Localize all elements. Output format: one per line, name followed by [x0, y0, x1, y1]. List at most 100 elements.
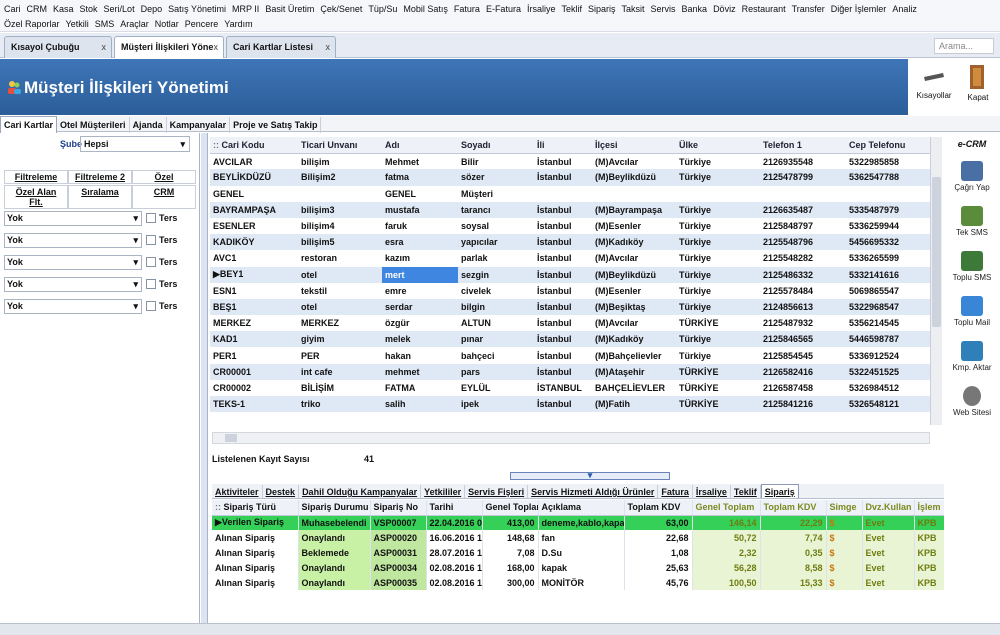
column-header[interactable]: Adı — [382, 137, 458, 154]
close-icon[interactable]: x — [102, 42, 107, 52]
table-cell[interactable]: (M)Beylikdüzü — [592, 266, 676, 283]
close-icon[interactable]: x — [326, 42, 331, 52]
table-row[interactable]: AVC1 restoran kazım parlak İstanbul (M)Avcıla… — [210, 250, 930, 266]
table-cell[interactable]: Evet — [862, 575, 915, 590]
table-cell[interactable]: 8,58 — [760, 560, 827, 575]
table-cell[interactable]: Evet — [862, 545, 915, 560]
section-tab[interactable]: Cari Kartlar — [0, 116, 58, 133]
table-cell[interactable]: ▶Verilen Sipariş — [212, 515, 299, 530]
table-cell[interactable]: 5322451525 — [846, 363, 930, 380]
column-header[interactable]: Ülke — [676, 137, 760, 154]
table-cell[interactable]: (M)Kadıköy — [592, 331, 676, 348]
table-cell[interactable]: 45,76 — [624, 575, 693, 590]
table-cell[interactable]: ASP00020 — [370, 530, 427, 545]
table-cell[interactable]: 22.04.2016 0 — [426, 515, 483, 530]
detail-tab[interactable]: Servis Fişleri — [465, 485, 529, 498]
table-cell[interactable]: TÜRKİYE — [676, 396, 760, 413]
table-cell[interactable]: restoran — [298, 250, 382, 266]
table-cell[interactable]: bilişim5 — [298, 234, 382, 251]
table-row[interactable]: Alınan Sipariş Onaylandı ASP00034 02.08.201… — [212, 560, 973, 575]
table-cell[interactable]: Türkiye — [676, 153, 760, 169]
table-cell[interactable]: 148,68 — [482, 530, 539, 545]
ecrm-button[interactable]: Toplu Mail — [946, 296, 998, 327]
table-cell[interactable]: BEYLİKDÜZÜ — [210, 169, 298, 186]
section-tab[interactable]: Otel Müşterileri — [57, 117, 130, 133]
table-cell[interactable]: fan — [538, 530, 625, 545]
table-cell[interactable]: Onaylandı — [298, 530, 371, 545]
table-cell[interactable]: sezgin — [458, 266, 534, 283]
table-cell[interactable]: Muhasebelendi — [298, 515, 371, 530]
table-cell[interactable]: İstanbul — [534, 347, 592, 363]
menu-item[interactable]: Çek/Senet — [320, 2, 362, 16]
table-cell[interactable]: MONİTÖR — [538, 575, 625, 590]
table-cell[interactable]: giyim — [298, 331, 382, 348]
table-cell[interactable]: $ — [826, 575, 863, 590]
table-row[interactable]: AVCILAR bilişim Mehmet Bilir İstanbul (M)Avcı… — [210, 153, 930, 169]
table-cell[interactable]: bilişim4 — [298, 218, 382, 234]
ecrm-button[interactable]: Tek SMS — [946, 206, 998, 237]
table-cell[interactable]: 100,50 — [692, 575, 761, 590]
column-header[interactable]: Genel Toplam — [482, 500, 539, 516]
sort-select[interactable]: Yok ▾ — [4, 232, 142, 248]
table-cell[interactable]: PER — [298, 347, 382, 363]
filter-tab[interactable]: Filtreleme 2 — [68, 170, 132, 184]
column-header[interactable]: :: Sipariş Türü — [212, 500, 299, 516]
menu-item[interactable]: Banka — [682, 2, 708, 16]
section-tab[interactable]: Kampanyalar — [167, 117, 231, 133]
table-cell[interactable]: 2125841216 — [760, 396, 846, 413]
table-row[interactable]: PER1 PER hakan bahçeci İstanbul (M)Bahçelievl… — [210, 347, 930, 363]
tab-shortcut-bar[interactable]: Kısayol Çubuğu x — [4, 36, 112, 58]
column-header[interactable]: Simge — [826, 500, 863, 516]
table-row[interactable]: GENEL GENEL Müşteri — [210, 186, 930, 202]
table-row[interactable]: ▶Verilen Sipariş Muhasebelendi VSP00007 22.… — [212, 515, 973, 530]
table-cell[interactable] — [846, 186, 930, 202]
grid-horizontal-scrollbar[interactable] — [212, 432, 930, 444]
table-cell[interactable]: ALTUN — [458, 315, 534, 331]
table-cell[interactable]: 2126935548 — [760, 153, 846, 169]
table-cell[interactable]: BİLİŞİM — [298, 380, 382, 396]
table-row[interactable]: BEYLİKDÜZÜ Bilişim2 fatma sözer İstanbul (M)B… — [210, 169, 930, 186]
table-cell[interactable]: KADIKÖY — [210, 234, 298, 251]
column-header[interactable]: Açıklama — [538, 500, 625, 516]
table-cell[interactable]: CR00001 — [210, 363, 298, 380]
filter-tab[interactable]: Özel Alan Flt. — [4, 185, 68, 209]
section-tab[interactable]: Proje ve Satış Takip — [230, 117, 322, 133]
search-input[interactable]: Arama... — [934, 38, 994, 54]
table-row[interactable]: KADIKÖY bilişim5 esra yapıcılar İstanbul (M)K… — [210, 234, 930, 251]
table-cell[interactable]: Bilişim2 — [298, 169, 382, 186]
table-cell[interactable]: fatma — [382, 169, 458, 186]
table-cell[interactable]: ASP00035 — [370, 575, 427, 590]
table-cell[interactable]: D.Su — [538, 545, 625, 560]
reverse-checkbox[interactable] — [146, 257, 156, 267]
table-row[interactable]: ESN1 tekstil emre civelek İstanbul (M)Esenler… — [210, 283, 930, 299]
table-cell[interactable]: (M)Bayrampaşa — [592, 201, 676, 218]
ecrm-button[interactable]: Kmp. Aktar — [946, 341, 998, 372]
table-row[interactable]: BAYRAMPAŞA bilişim3 mustafa tarancı İstanbul… — [210, 201, 930, 218]
table-cell[interactable]: Alınan Sipariş — [212, 560, 299, 575]
table-cell[interactable]: 16.06.2016 1 — [426, 530, 483, 545]
menu-item[interactable]: SMS — [95, 17, 115, 31]
table-cell[interactable]: 7,08 — [482, 545, 539, 560]
column-header[interactable]: İli — [534, 137, 592, 154]
table-cell[interactable]: deneme,kablo,kapak — [538, 515, 625, 530]
menu-item[interactable]: Satış Yönetimi — [168, 2, 226, 16]
table-cell[interactable]: 2125548796 — [760, 234, 846, 251]
table-cell[interactable] — [676, 186, 760, 202]
horizontal-scrollbar[interactable] — [0, 623, 1000, 635]
menu-item[interactable]: Notlar — [155, 17, 179, 31]
table-cell[interactable]: GENEL — [210, 186, 298, 202]
table-cell[interactable]: 5335487979 — [846, 201, 930, 218]
table-cell[interactable]: Onaylandı — [298, 575, 371, 590]
table-cell[interactable]: 56,28 — [692, 560, 761, 575]
table-cell[interactable]: mustafa — [382, 201, 458, 218]
table-cell[interactable]: sözer — [458, 169, 534, 186]
table-cell[interactable]: İstanbul — [534, 283, 592, 299]
table-cell[interactable]: Türkiye — [676, 218, 760, 234]
table-cell[interactable]: parlak — [458, 250, 534, 266]
table-cell[interactable]: bilişim3 — [298, 201, 382, 218]
column-header[interactable]: Telefon 1 — [760, 137, 846, 154]
detail-tab[interactable]: Destek — [263, 485, 300, 498]
column-header[interactable]: İlçesi — [592, 137, 676, 154]
table-cell[interactable]: 25,63 — [624, 560, 693, 575]
table-cell[interactable]: MERKEZ — [298, 315, 382, 331]
